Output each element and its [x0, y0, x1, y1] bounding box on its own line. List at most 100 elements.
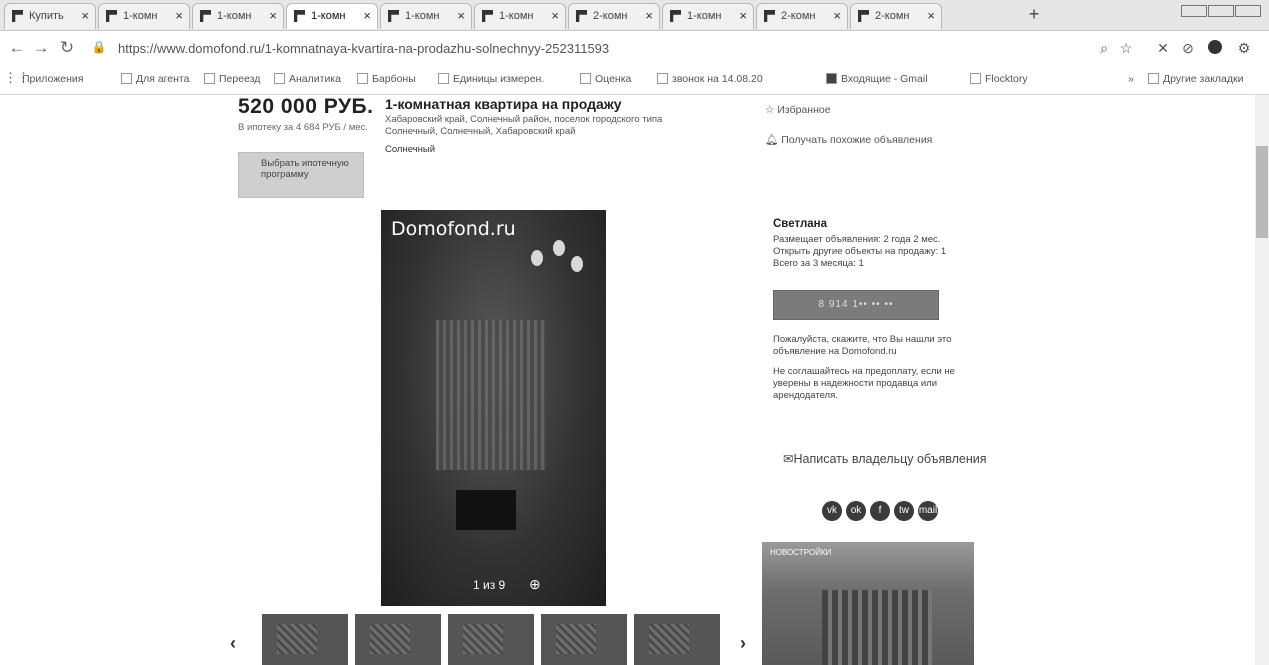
- social-share: vk ok f tw mail: [822, 500, 972, 522]
- bookmark-item[interactable]: звонок на 14.08.20: [657, 73, 763, 85]
- close-tab-icon[interactable]: ×: [833, 4, 841, 28]
- close-tab-icon[interactable]: ×: [927, 4, 935, 28]
- profile-avatar-icon[interactable]: [1208, 40, 1222, 54]
- favorite-label: Избранное: [777, 104, 831, 116]
- zoom-icon[interactable]: ⌕: [1096, 40, 1112, 56]
- envelope-icon: ✉: [783, 452, 794, 466]
- close-tab-icon[interactable]: ×: [645, 4, 653, 28]
- browser-tab[interactable]: 2-комн ×: [568, 3, 660, 29]
- mortgage-note: В ипотеку за 4 684 РУБ / мес.: [238, 122, 368, 133]
- gallery-prev-button[interactable]: ‹: [230, 633, 236, 654]
- photo-tv: [456, 490, 516, 530]
- browser-tab[interactable]: 2-комн ×: [850, 3, 942, 29]
- ad-caption: НОВОСТРОЙКИ: [770, 548, 832, 557]
- bookmark-item[interactable]: Оценка: [580, 73, 631, 85]
- site-icon: [357, 73, 368, 84]
- bookmark-label: Оценка: [595, 73, 632, 85]
- close-tab-icon[interactable]: ×: [81, 4, 89, 28]
- notify-similar-button[interactable]: 🔔︎ Получать похожие объявления: [765, 133, 932, 146]
- gallery-thumbnail[interactable]: [541, 614, 627, 665]
- choose-mortgage-button[interactable]: Выбрать ипотечную программу: [238, 152, 364, 198]
- url-input[interactable]: https://www.domofond.ru/1-komnatnaya-kva…: [118, 39, 1058, 59]
- photo-counter: 1 из 9: [473, 578, 506, 592]
- bell-icon: 🔔︎: [765, 134, 782, 146]
- window-controls[interactable]: [1180, 4, 1264, 18]
- vk-share-icon[interactable]: vk: [822, 501, 842, 521]
- maximize-icon[interactable]: [1208, 5, 1234, 17]
- close-tab-icon[interactable]: ×: [739, 4, 747, 28]
- browser-tab[interactable]: 1-комн ×: [474, 3, 566, 29]
- extension-icon[interactable]: ✕: [1155, 40, 1171, 56]
- ad-banner[interactable]: НОВОСТРОЙКИ: [762, 542, 974, 665]
- bookmark-label: Flocktory: [985, 73, 1028, 85]
- bookmark-item[interactable]: Входящие - Gmail: [826, 73, 928, 85]
- tab-bar: Купить × 1-комн × 1-комн × 1-комн × 1-комн × …: [0, 0, 1269, 31]
- facebook-share-icon[interactable]: f: [870, 501, 890, 521]
- photo-lamp: [553, 240, 565, 256]
- tab-favicon-icon: [576, 10, 587, 22]
- close-tab-icon[interactable]: ×: [457, 4, 465, 28]
- show-phone-button[interactable]: 8 914 1•• •• ••: [773, 290, 939, 320]
- settings-icon[interactable]: ⚙: [1236, 40, 1252, 56]
- bookmark-label: Аналитика: [289, 73, 341, 85]
- bookmark-item[interactable]: Единицы измерен.: [438, 73, 544, 85]
- twitter-share-icon[interactable]: tw: [894, 501, 914, 521]
- zoom-photo-icon[interactable]: ⊕: [529, 576, 541, 593]
- close-tab-icon[interactable]: ×: [175, 4, 183, 28]
- forward-icon[interactable]: →: [30, 38, 52, 58]
- locality-link[interactable]: Солнечный: [385, 144, 435, 155]
- close-window-icon[interactable]: [1235, 5, 1261, 17]
- bookmark-label: Входящие - Gmail: [841, 73, 928, 85]
- reload-icon[interactable]: ↻: [56, 38, 78, 58]
- bookmark-item[interactable]: Для агента: [121, 73, 189, 85]
- tab-favicon-icon: [764, 10, 775, 22]
- seller-other-listings-link[interactable]: Открыть другие объекты на продажу: 1: [773, 246, 946, 257]
- scrollbar-thumb[interactable]: [1256, 146, 1268, 238]
- gallery-next-button[interactable]: ›: [740, 633, 746, 654]
- folder-icon: [121, 73, 132, 84]
- bookmark-label: Другие закладки: [1163, 73, 1244, 85]
- browser-tab-active[interactable]: 1-комн ×: [286, 3, 378, 29]
- site-icon: [580, 73, 591, 84]
- write-owner-button[interactable]: ✉Написать владельцу объявления: [783, 451, 987, 466]
- close-tab-icon[interactable]: ×: [269, 4, 277, 28]
- close-tab-icon[interactable]: ×: [551, 4, 559, 28]
- bookmark-item[interactable]: Приложения: [22, 73, 83, 85]
- gallery-thumbnail[interactable]: [448, 614, 534, 665]
- bookmark-item[interactable]: Переезд: [204, 73, 260, 85]
- gallery-thumbnail[interactable]: [634, 614, 720, 665]
- tab-label: 1-комн: [311, 10, 346, 22]
- gallery-thumbnail[interactable]: [355, 614, 441, 665]
- folder-icon: [657, 73, 668, 84]
- browser-tab[interactable]: 1-комн ×: [192, 3, 284, 29]
- extension-icon[interactable]: ⊘: [1180, 40, 1196, 56]
- seller-info: Размещает объявления: 2 года 2 мес.: [773, 234, 941, 245]
- mail-share-icon[interactable]: mail: [918, 501, 938, 521]
- browser-tab[interactable]: 1-комн ×: [380, 3, 472, 29]
- ok-share-icon[interactable]: ok: [846, 501, 866, 521]
- bookmark-item[interactable]: Барбоны: [357, 73, 416, 85]
- bookmark-star-icon[interactable]: ☆: [1118, 40, 1134, 56]
- site-icon: [438, 73, 449, 84]
- tab-label: Купить: [29, 10, 64, 22]
- listing-title: 1-комнатная квартира на продажу: [385, 96, 622, 112]
- bookmarks-overflow-icon[interactable]: »: [1128, 73, 1134, 85]
- bookmark-item[interactable]: Flocktory: [970, 73, 1028, 85]
- tab-label: 1-комн: [217, 10, 252, 22]
- tab-label: 1-комн: [687, 10, 722, 22]
- listing-price: 520 000 РУБ.: [238, 95, 374, 118]
- browser-tab[interactable]: Купить ×: [4, 3, 96, 29]
- back-icon[interactable]: ←: [6, 38, 28, 58]
- browser-tab[interactable]: 2-комн ×: [756, 3, 848, 29]
- tab-favicon-icon: [200, 10, 211, 22]
- browser-tab[interactable]: 1-комн ×: [98, 3, 190, 29]
- minimize-icon[interactable]: [1181, 5, 1207, 17]
- browser-tab[interactable]: 1-комн ×: [662, 3, 754, 29]
- favorite-button[interactable]: ☆ Избранное: [765, 104, 831, 116]
- close-tab-icon[interactable]: ×: [363, 4, 371, 28]
- bookmark-item[interactable]: Аналитика: [274, 73, 341, 85]
- other-bookmarks[interactable]: Другие закладки: [1148, 73, 1243, 85]
- new-tab-button[interactable]: +: [1025, 5, 1043, 24]
- gallery-thumbnail[interactable]: [262, 614, 348, 665]
- main-photo[interactable]: Domofond.ru 1 из 9 ⊕: [381, 210, 606, 606]
